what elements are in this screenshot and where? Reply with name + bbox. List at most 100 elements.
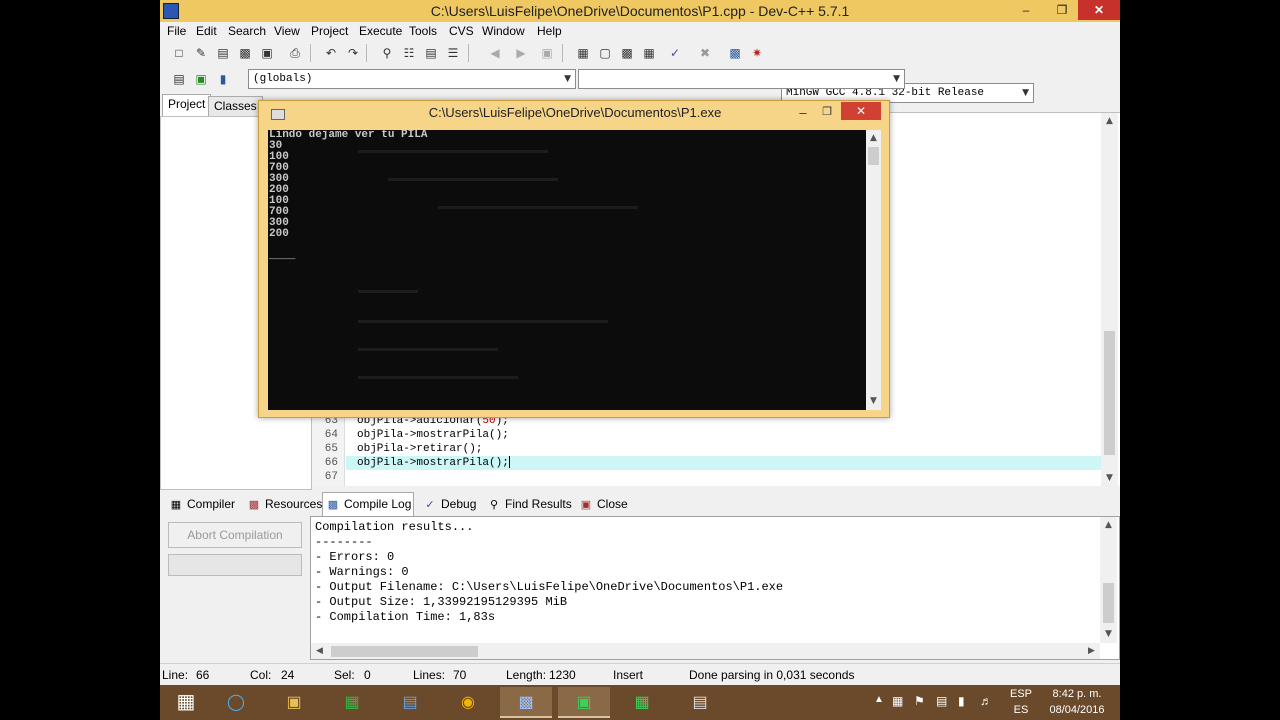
bookmark-icon[interactable]: ▮ [214,70,232,88]
clock-date[interactable]: 08/04/2016 [1040,704,1114,716]
language-indicator[interactable]: ESP [1010,688,1032,700]
menu-help[interactable]: Help [537,24,562,38]
scroll-thumb[interactable] [331,646,478,657]
console-maximize-button[interactable]: ❐ [819,105,835,118]
status-mode: Insert [613,668,644,682]
tab-find-results[interactable]: ⚲ Find Results [484,494,572,514]
tab-close[interactable]: ▣ Close [576,494,628,514]
devcpp-taskbar-icon[interactable]: ▩ [500,687,552,718]
code-line-current[interactable]: objPila->mostrarPila(); [357,456,510,470]
print-icon[interactable]: ⎙ [286,44,304,62]
scroll-down-icon[interactable]: ▼ [1100,626,1117,643]
tab-compile-log[interactable]: ▩ Compile Log [322,492,414,516]
scroll-up-icon[interactable]: ▲ [866,130,881,147]
file-explorer-icon[interactable]: ▣ [268,687,320,718]
profile-chart-icon[interactable]: ▩ [726,44,744,62]
redo-icon[interactable]: ↷ [344,44,362,62]
internet-explorer-icon[interactable]: ◯ [210,687,262,718]
compile-run-icon[interactable]: ▩ [618,44,636,62]
keyboard-layout-indicator[interactable]: ES [1010,704,1032,716]
menu-cvs[interactable]: CVS [449,24,474,38]
tray-flag-icon[interactable]: ⚑ [914,694,925,708]
windows-start-icon[interactable]: ▦ [166,687,206,718]
tray-arrow-icon[interactable]: ▲ [874,694,884,705]
excel-icon[interactable]: ▦ [616,687,668,718]
check-syntax-icon[interactable]: ✓ [666,44,684,62]
menu-window[interactable]: Window [482,24,525,38]
goto-line-icon[interactable]: ☰ [444,44,462,62]
indent-right-icon[interactable]: ▶ [512,44,530,62]
tab-classes[interactable]: Classes [208,96,263,116]
tray-power-icon[interactable]: ▮ [958,694,965,708]
stop-icon[interactable]: ✖ [696,44,714,62]
save-icon[interactable]: ▤ [214,44,232,62]
window-app-icon[interactable]: ▤ [674,687,726,718]
scroll-up-icon[interactable]: ▲ [1100,517,1117,534]
open-file-icon[interactable]: ✎ [192,44,210,62]
clock-time[interactable]: 8:42 p. m. [1040,688,1114,700]
console-minimize-button[interactable]: – [795,105,811,120]
insert-icon[interactable]: ▤ [170,70,188,88]
scroll-up-icon[interactable]: ▲ [1101,113,1118,130]
monitor-app-icon[interactable]: ▤ [384,687,436,718]
tab-compiler[interactable]: ▦ Compiler [166,494,235,514]
indent-left-icon[interactable]: ◀ [486,44,504,62]
tab-project[interactable]: Project [162,94,212,116]
new-file-icon[interactable]: □ [170,44,188,62]
abort-compilation-button[interactable]: Abort Compilation [168,522,302,548]
code-line[interactable]: objPila->retirar(); [357,442,482,456]
console-vertical-scrollbar[interactable]: ▲ ▼ [866,130,881,410]
log-vertical-scrollbar[interactable]: ▲ ▼ [1100,517,1117,643]
debug-bug-icon[interactable]: ✷ [748,44,766,62]
tray-network-icon[interactable]: ▤ [936,694,947,708]
toggle-comment-icon[interactable]: ▣ [538,44,556,62]
save-all-icon[interactable]: ▩ [236,44,254,62]
find-icon[interactable]: ⚲ [378,44,396,62]
console-close-button[interactable]: ✕ [841,102,881,120]
scroll-down-icon[interactable]: ▼ [866,393,881,410]
console-window[interactable]: C:\Users\LuisFelipe\OneDrive\Documentos\… [258,100,890,418]
menu-search[interactable]: Search [228,24,266,38]
scope-select[interactable]: (globals) ▼ [248,69,576,89]
scroll-down-icon[interactable]: ▼ [1101,470,1118,486]
scroll-thumb[interactable] [1103,583,1114,623]
menu-file[interactable]: File [167,24,186,38]
log-line: - Output Size: 1,33992195129395 MiB [315,595,568,609]
menu-edit[interactable]: Edit [196,24,217,38]
undo-icon[interactable]: ↶ [322,44,340,62]
window-title: C:\Users\LuisFelipe\OneDrive\Documentos\… [430,3,850,19]
menu-tools[interactable]: Tools [409,24,437,38]
rebuild-icon[interactable]: ▦ [640,44,658,62]
store-icon[interactable]: ▦ [326,687,378,718]
log-horizontal-scrollbar[interactable]: ◀ ▶ [311,643,1100,659]
tray-volume-icon[interactable]: ♬ [980,694,992,708]
menu-project[interactable]: Project [311,24,348,38]
text-caret [508,456,510,469]
maximize-button[interactable]: ❐ [1048,0,1076,20]
scroll-left-icon[interactable]: ◀ [311,643,328,659]
menu-execute[interactable]: Execute [359,24,402,38]
tab-resources[interactable]: ▩ Resources [244,494,323,514]
tab-debug[interactable]: ✓ Debug [420,494,476,514]
close-file-icon[interactable]: ▣ [258,44,276,62]
goto-icon[interactable]: ▣ [192,70,210,88]
compile-icon[interactable]: ▦ [574,44,592,62]
code-line[interactable]: objPila->mostrarPila(); [357,428,509,442]
replace-icon[interactable]: ☷ [400,44,418,62]
tray-windows-icon[interactable]: ▦ [892,694,903,708]
run-icon[interactable]: ▢ [596,44,614,62]
compile-log[interactable]: Compilation results... -------- - Errors… [310,516,1120,660]
scroll-thumb[interactable] [1104,331,1115,455]
console-taskbar-icon[interactable]: ▣ [558,687,610,718]
member-select[interactable]: ▼ [578,69,905,89]
find-next-icon[interactable]: ▤ [422,44,440,62]
console-output-area[interactable]: Lindo dejame ver tu PILA 30 100 700 300 … [268,130,866,410]
menu-view[interactable]: View [274,24,300,38]
right-black-border [1120,0,1280,720]
minimize-button[interactable]: – [1012,0,1040,20]
chrome-icon[interactable]: ◉ [442,687,494,718]
close-button[interactable]: ✕ [1078,0,1120,20]
scroll-right-icon[interactable]: ▶ [1083,643,1100,659]
editor-vertical-scrollbar[interactable]: ▲ ▼ [1101,113,1118,486]
scroll-thumb[interactable] [868,147,879,165]
